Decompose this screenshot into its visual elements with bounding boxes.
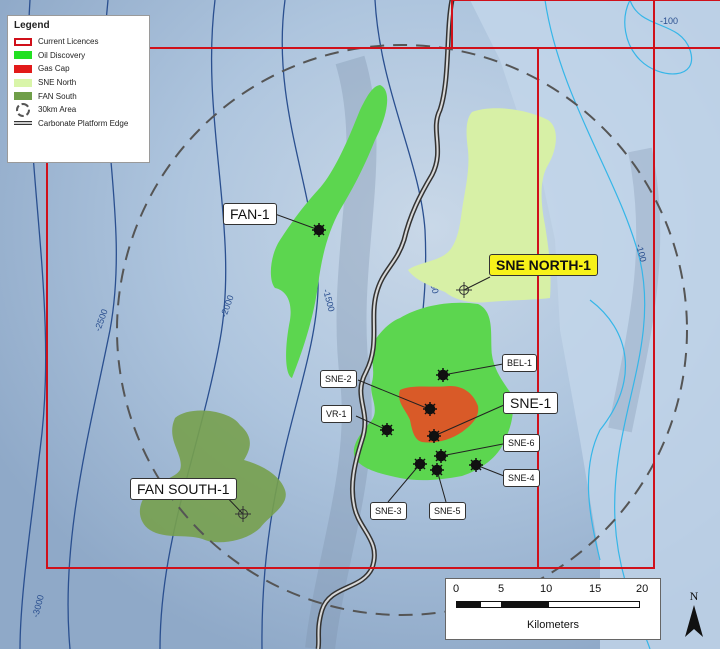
well-label-vr-1[interactable]: VR-1	[321, 405, 352, 423]
fan-south-swatch	[14, 92, 32, 101]
oil-well-icon[interactable]	[312, 223, 326, 237]
legend-label: 30km Area	[38, 105, 77, 115]
legend-label: Gas Cap	[38, 64, 70, 74]
double-line-icon	[14, 121, 32, 126]
well-label-sne-2[interactable]: SNE-2	[320, 370, 357, 388]
scale-tick: 5	[498, 583, 505, 595]
well-label-sne-4[interactable]: SNE-4	[503, 469, 540, 487]
licence-swatch	[14, 37, 32, 46]
well-label-sne-1[interactable]: SNE-1	[503, 392, 559, 414]
well-label-sne-north-1[interactable]: SNE NORTH-1	[489, 254, 598, 276]
well-label-sne-3[interactable]: SNE-3	[370, 502, 407, 520]
legend-item: 30km Area	[14, 102, 143, 117]
legend-item: Oil Discovery	[14, 49, 143, 63]
well-label-sne-6[interactable]: SNE-6	[503, 434, 540, 452]
legend-label: Current Licences	[38, 37, 99, 47]
well-label-bel-1[interactable]: BEL-1	[502, 354, 538, 372]
legend-item: Gas Cap	[14, 62, 143, 76]
sne-north-swatch	[14, 78, 32, 87]
contour-label: -100	[660, 16, 678, 26]
well-label-fan-1[interactable]: FAN-1	[223, 203, 277, 225]
well-label-fan-south-1[interactable]: FAN SOUTH-1	[130, 478, 237, 500]
oil-well-icon[interactable]	[469, 458, 483, 472]
scale-segment	[502, 601, 548, 608]
scale-unit: Kilometers	[527, 619, 579, 631]
oil-well-icon[interactable]	[434, 449, 448, 463]
dashed-circle-icon	[16, 102, 30, 117]
scale-segment	[480, 601, 502, 608]
oil-well-icon[interactable]	[427, 429, 441, 443]
legend-title: Legend	[14, 20, 50, 31]
legend-label: FAN South	[38, 91, 77, 101]
scale-tick: 0	[453, 583, 460, 595]
scale-segment	[548, 601, 640, 608]
legend-label: SNE North	[38, 78, 77, 88]
legend-item: FAN South	[14, 89, 143, 103]
north-arrow-icon: N	[685, 589, 703, 637]
oil-swatch	[14, 51, 32, 60]
well-label-sne-5[interactable]: SNE-5	[429, 502, 466, 520]
legend-item: SNE North	[14, 76, 143, 90]
scale-tick: 20	[636, 583, 649, 595]
legend-panel: Legend Current Licences Oil Discovery Ga…	[7, 15, 150, 163]
scale-tick: 10	[540, 583, 553, 595]
legend-label: Carbonate Platform Edge	[38, 118, 129, 128]
oil-well-icon[interactable]	[380, 423, 394, 437]
oil-well-icon[interactable]	[430, 463, 444, 477]
oil-well-icon[interactable]	[413, 457, 427, 471]
scale-tick: 15	[589, 583, 602, 595]
north-letter: N	[690, 589, 699, 603]
scale-bar: 0 5 10 15 20 Kilometers	[445, 578, 661, 640]
oil-well-icon[interactable]	[423, 402, 437, 416]
legend-item: Carbonate Platform Edge	[14, 117, 143, 131]
gas-swatch	[14, 64, 32, 73]
legend-item: Current Licences	[14, 35, 143, 49]
oil-well-icon[interactable]	[436, 368, 450, 382]
legend-label: Oil Discovery	[38, 50, 86, 60]
scale-segment	[456, 601, 480, 608]
